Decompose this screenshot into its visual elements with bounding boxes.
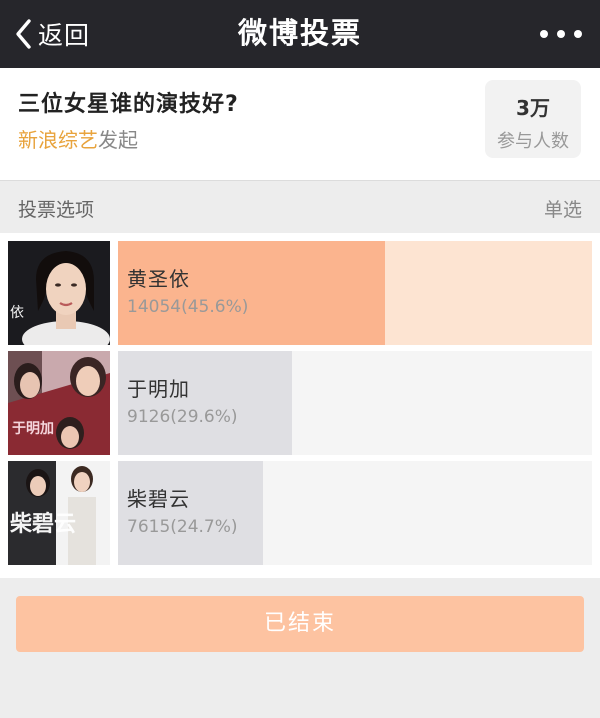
options-section-header: 投票选项 单选	[0, 181, 600, 233]
more-dot-icon	[574, 30, 582, 38]
option-stat: 7615(24.7%)	[127, 517, 238, 537]
option-bar-fill	[118, 461, 263, 565]
option-bar-fill	[118, 351, 292, 455]
option-row[interactable]: 依 黄圣依 14054(45.6%)	[8, 241, 592, 345]
option-photo: 依	[8, 241, 110, 345]
option-name: 于明加	[127, 377, 190, 401]
option-stat: 14054(45.6%)	[127, 297, 249, 317]
nav-bar: 返回 微博投票	[0, 0, 600, 68]
photo-caption: 于明加	[12, 421, 54, 437]
option-name: 柴碧云	[127, 487, 190, 511]
chevron-left-icon	[16, 19, 31, 49]
options-section-label: 投票选项	[18, 199, 95, 221]
option-photo: 柴碧云	[8, 461, 110, 565]
option-photo: 于明加	[8, 351, 110, 455]
option-bar: 柴碧云 7615(24.7%)	[118, 461, 592, 565]
option-row[interactable]: 柴碧云 柴碧云 7615(24.7%)	[8, 461, 592, 565]
photo-caption: 依	[10, 305, 24, 321]
option-stat: 9126(29.6%)	[127, 407, 238, 427]
options-list: 依 黄圣依 14054(45.6%) 于明加 于明加 9126(29.6%) 柴…	[0, 233, 600, 578]
participants-count: 3万	[516, 96, 550, 120]
poll-header: 三位女星谁的演技好? 新浪综艺发起 3万 参与人数	[0, 68, 600, 181]
participants-label: 参与人数	[497, 131, 569, 152]
initiator-link[interactable]: 新浪综艺	[18, 128, 98, 152]
poll-initiator: 新浪综艺发起	[18, 124, 138, 153]
poll-ended-button[interactable]: 已结束	[16, 596, 584, 652]
option-bar: 黄圣依 14054(45.6%)	[118, 241, 592, 345]
more-button[interactable]	[540, 22, 582, 46]
more-dot-icon	[540, 30, 548, 38]
back-label: 返回	[38, 21, 91, 50]
option-bar: 于明加 9126(29.6%)	[118, 351, 592, 455]
option-name: 黄圣依	[127, 267, 190, 291]
option-row[interactable]: 于明加 于明加 9126(29.6%)	[8, 351, 592, 455]
vote-mode-label: 单选	[543, 199, 582, 221]
more-dot-icon	[557, 30, 565, 38]
poll-question: 三位女星谁的演技好?	[18, 92, 239, 117]
initiator-suffix: 发起	[98, 128, 138, 152]
participants-box: 3万 参与人数	[485, 80, 581, 158]
option-bar-fill	[118, 241, 386, 345]
photo-caption: 柴碧云	[9, 511, 76, 537]
back-button[interactable]: 返回	[14, 14, 90, 54]
